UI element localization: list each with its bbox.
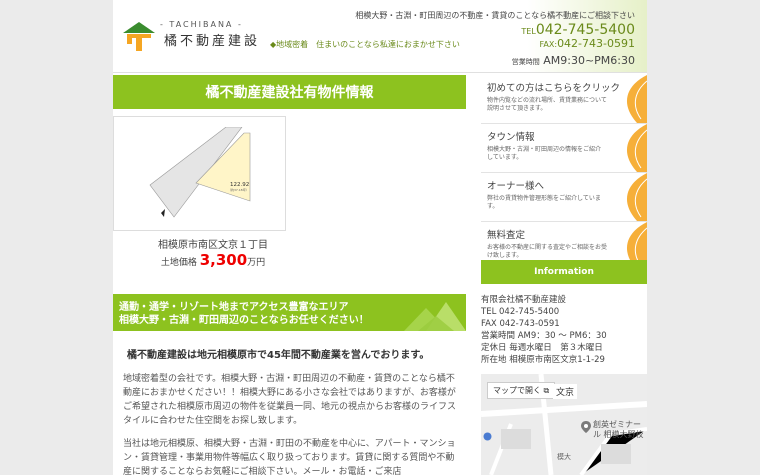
price-label: 土地価格 [160, 258, 197, 268]
north-arrow-icon [161, 209, 165, 217]
plot-area-sub: （約37.18坪） [228, 187, 249, 192]
property-address: 相模原市南区文京１丁目 [158, 240, 268, 251]
sidebar-item-title: 初めての方はこちらをクリック [487, 83, 621, 94]
access-line-1: 通勤・通学・リゾート地までアクセス豊富なエリア [119, 302, 349, 313]
company-info: 有限会社橘不動産建設 TEL 042-745-5400 FAX 042-743-… [481, 294, 647, 366]
sidebar: 初めての方はこちらをクリック 物件内覧などの流れ場所、賃貸業務について説明させて… [481, 75, 647, 271]
price-value: 3,300 [199, 251, 248, 269]
intro-paragraph-1: 地域密着型の会社です。相模大野・古淵・町田周辺の不動産・賃貸のことなら橘不動産に… [123, 374, 457, 426]
sidebar-item-desc: お客様の不動産に関する査定やご相談をお受け致します。 [487, 244, 608, 259]
company-fax: FAX 042-743-0591 [481, 319, 560, 329]
sidebar-item-title: オーナー様へ [487, 181, 545, 192]
open-in-maps-label: マップで開く [493, 386, 541, 395]
tel-number[interactable]: TEL042-745-5400 [521, 22, 635, 38]
logo-icon[interactable] [122, 20, 156, 52]
plot-map: 122.92 （約37.18坪） [149, 127, 251, 218]
business-hours: 営業時間 AM9:30~PM6:30 [512, 54, 635, 67]
brand-name-jp[interactable]: 橘不動産建設 [164, 30, 260, 49]
open-in-maps-button[interactable]: マップで開く ⧉ [487, 382, 556, 399]
page: - TACHIBANA - 橘不動産建設 ◆地域密着 住まいのことなら私達におま… [113, 0, 647, 475]
hours-label: 営業時間 [511, 58, 540, 66]
sidebar-item-desc: 物件内覧などの流れ場所、賃貸業務について説明させて頂きます。 [487, 97, 607, 112]
map-marker-icon [483, 432, 492, 441]
leaf-icon [626, 124, 647, 172]
fax-label: FAX: [539, 40, 558, 49]
intro-heading: 橘不動産建設は地元相模原市で45年間不動産業を営んでおります。 [127, 350, 430, 361]
google-map[interactable]: マップで開く ⧉ 文京 創英ゼミナール 相模大野校 模大 [481, 374, 647, 475]
property-map-card[interactable]: 122.92 （約37.18坪） [113, 116, 286, 231]
building-deco-icon [404, 302, 466, 331]
sidebar-item-first-time[interactable]: 初めての方はこちらをクリック 物件内覧などの流れ場所、賃貸業務について説明させて… [481, 75, 647, 124]
company-tel: TEL 042-745-5400 [481, 307, 560, 317]
sidebar-item-title: 無料査定 [487, 230, 526, 241]
tel-value: 042-745-5400 [535, 22, 635, 38]
information-header: Information [481, 260, 647, 284]
company-hours: 営業時間 AM9：30 ～ PM6：30 [481, 331, 607, 341]
external-link-icon: ⧉ [543, 386, 550, 395]
access-line-2: 相模大野・古淵・町田周辺のことならお任せください！ [119, 315, 369, 326]
sidebar-item-desc: 相模大野・古淵・町田周辺の情報をご紹介しています。 [487, 146, 602, 161]
fax-value: 042-743-0591 [557, 37, 635, 50]
top-note: 相模大野・古淵・町田周辺の不動産・賃貸のことなら橘不動産にご相談下さい [355, 11, 635, 20]
sidebar-item-desc: 弊社の賃貸物件管理形態をご紹介しています。 [487, 195, 601, 210]
map-side-label: 模大 [557, 453, 571, 461]
site-header: - TACHIBANA - 橘不動産建設 ◆地域密着 住まいのことなら私達におま… [113, 0, 647, 73]
page-title: 橘不動産建設社有物件情報 [113, 75, 466, 109]
leaf-icon [626, 173, 647, 221]
tel-label: TEL [521, 27, 536, 36]
tagline: ◆地域密着 住まいのことなら私達におまかせ下さい [270, 40, 460, 49]
leaf-icon [626, 75, 647, 123]
fax-number: FAX:042-743-0591 [540, 37, 635, 50]
company-holiday: 定休日 毎週水曜日 第３木曜日 [481, 343, 603, 353]
sidebar-item-title: タウン情報 [487, 132, 535, 143]
map-pin-label: 創英ゼミナール 相模大野校 [593, 420, 644, 439]
hours-value: AM9:30~PM6:30 [543, 54, 635, 67]
intro-paragraph-2: 当社は地元相模原、相模大野・古淵・町田の不動産を中心に、アパート・マンション・賃… [123, 439, 456, 475]
sidebar-item-town-info[interactable]: タウン情報 相模大野・古淵・町田周辺の情報をご紹介しています。 [481, 124, 647, 173]
property-price: 土地価格 3,300万円 [113, 251, 313, 269]
sidebar-item-owners[interactable]: オーナー様へ 弊社の賃貸物件管理形態をご紹介しています。 [481, 173, 647, 222]
price-unit: 万円 [247, 258, 266, 268]
access-banner: 通勤・通学・リゾート地までアクセス豊富なエリア 相模大野・古淵・町田周辺のことな… [113, 294, 466, 331]
company-name: 有限会社橘不動産建設 [481, 295, 567, 305]
map-pin-icon[interactable] [581, 421, 591, 433]
company-address: 所在地 相模原市南区文京1-1-29 [481, 355, 605, 365]
brand-name-en: - TACHIBANA - [160, 20, 243, 29]
map-area-label: 文京 [553, 384, 578, 399]
